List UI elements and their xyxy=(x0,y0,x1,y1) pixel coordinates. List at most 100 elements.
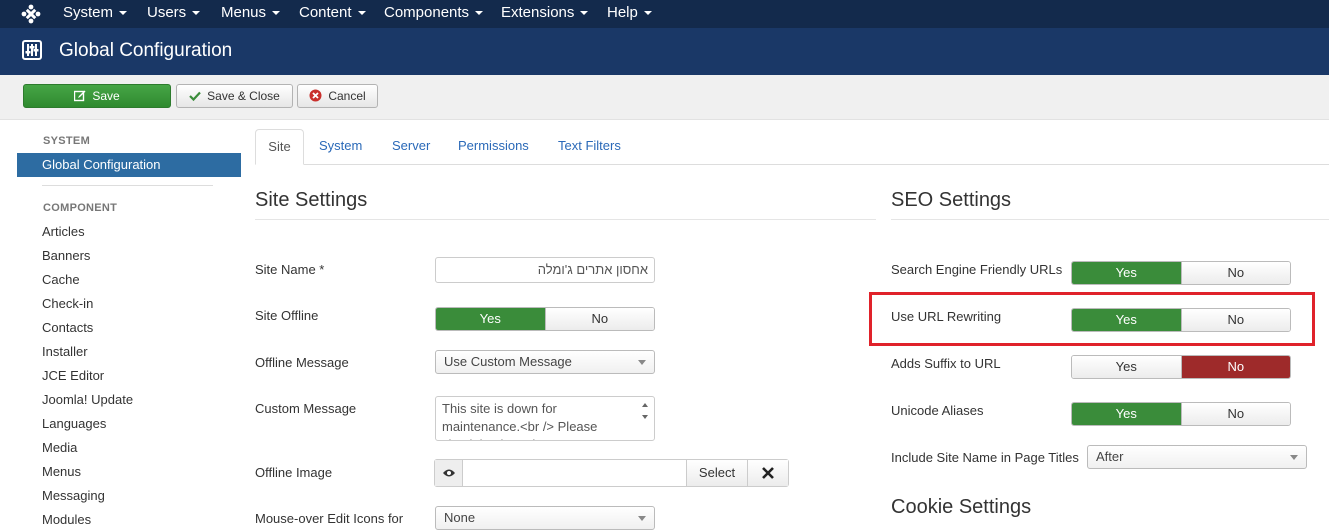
site-settings-title: Site Settings xyxy=(255,189,368,211)
site-offline-toggle: Yes No xyxy=(435,307,655,331)
sef-urls-label: Search Engine Friendly URLs xyxy=(891,262,1063,277)
chevron-down-icon xyxy=(638,516,646,521)
caret-down-icon xyxy=(357,11,366,16)
site-name-label: Site Name * xyxy=(255,262,325,277)
sef-urls-no[interactable]: No xyxy=(1180,262,1290,284)
joomla-logo-icon[interactable] xyxy=(20,3,42,25)
url-rewriting-yes[interactable]: Yes xyxy=(1072,309,1181,331)
tab-site[interactable]: Site xyxy=(255,129,304,165)
site-offline-label: Site Offline xyxy=(255,308,319,323)
sidebar-item-banners[interactable]: Banners xyxy=(42,248,90,263)
top-navbar: System Users Menus Content Components Ex… xyxy=(0,0,1329,28)
caret-down-icon xyxy=(119,11,128,16)
sidebar-item-messaging[interactable]: Messaging xyxy=(42,488,105,503)
nav-content[interactable]: Content xyxy=(299,0,366,28)
url-rewriting-no[interactable]: No xyxy=(1180,309,1290,331)
close-icon xyxy=(762,467,774,479)
caret-down-icon xyxy=(192,11,201,16)
sliders-icon xyxy=(22,40,42,60)
nav-components[interactable]: Components xyxy=(384,0,484,28)
url-suffix-no[interactable]: No xyxy=(1180,356,1290,378)
nav-users[interactable]: Users xyxy=(147,0,201,28)
sidebar-heading-component: COMPONENT xyxy=(43,202,118,214)
sidebar-heading-system: SYSTEM xyxy=(43,135,91,147)
seo-settings-divider xyxy=(891,219,1329,220)
tab-server[interactable]: Server xyxy=(392,129,430,165)
sidebar-item-contacts[interactable]: Contacts xyxy=(42,320,93,335)
site-name-input[interactable]: אחסון אתרים ג'ומלה xyxy=(435,257,655,283)
url-rewriting-toggle: Yes No xyxy=(1071,308,1291,332)
save-close-label: Save & Close xyxy=(207,89,280,103)
mouseover-edit-value: None xyxy=(444,510,476,525)
chevron-down-icon xyxy=(638,360,646,365)
cookie-settings-title: Cookie Settings xyxy=(891,496,1032,518)
custom-message-value: This site is down for maintenance.<br />… xyxy=(442,401,598,440)
site-offline-no[interactable]: No xyxy=(544,308,654,330)
nav-system[interactable]: System xyxy=(63,0,128,28)
mouseover-edit-label: Mouse-over Edit Icons for xyxy=(255,511,404,526)
page-header: Global Configuration xyxy=(0,28,1329,75)
offline-message-label: Offline Message xyxy=(255,355,349,370)
nav-content-label: Content xyxy=(299,4,352,21)
site-name-titles-value: After xyxy=(1096,449,1124,464)
caret-down-icon xyxy=(475,11,484,16)
tab-permissions[interactable]: Permissions xyxy=(458,129,529,165)
sidebar-item-menus[interactable]: Menus xyxy=(42,464,81,479)
tab-text-filters[interactable]: Text Filters xyxy=(558,129,621,165)
offline-image-label: Offline Image xyxy=(255,465,333,480)
nav-menus-label: Menus xyxy=(221,4,267,21)
offline-message-select[interactable]: Use Custom Message xyxy=(435,350,655,374)
sidebar-item-articles[interactable]: Articles xyxy=(42,224,85,239)
chevron-down-icon xyxy=(1290,455,1298,460)
caret-down-icon xyxy=(643,11,652,16)
toolbar: Save Save & Close Cancel xyxy=(0,75,1329,120)
sidebar-item-languages[interactable]: Languages xyxy=(42,416,106,431)
unicode-aliases-no[interactable]: No xyxy=(1180,403,1290,425)
site-settings-divider xyxy=(255,219,876,220)
cancel-circle-icon xyxy=(309,89,322,102)
sidebar-item-global-configuration[interactable]: Global Configuration xyxy=(17,153,241,177)
clear-image-button[interactable] xyxy=(747,460,788,486)
offline-image-field: Select xyxy=(434,459,789,487)
nav-help-label: Help xyxy=(607,4,638,21)
site-name-titles-label: Include Site Name in Page Titles xyxy=(891,450,1079,465)
scroll-arrows-icon[interactable] xyxy=(640,401,650,421)
unicode-aliases-toggle: Yes No xyxy=(1071,402,1291,426)
nav-users-label: Users xyxy=(147,4,187,21)
edit-icon xyxy=(74,90,86,102)
site-offline-yes[interactable]: Yes xyxy=(436,308,545,330)
unicode-aliases-yes[interactable]: Yes xyxy=(1072,403,1181,425)
sidebar-item-media[interactable]: Media xyxy=(42,440,77,455)
offline-message-value: Use Custom Message xyxy=(444,354,572,369)
sidebar-item-modules[interactable]: Modules xyxy=(42,512,91,527)
preview-addon[interactable] xyxy=(435,460,463,486)
nav-extensions[interactable]: Extensions xyxy=(501,0,589,28)
save-close-button[interactable]: Save & Close xyxy=(176,84,293,108)
custom-message-textarea[interactable]: This site is down for maintenance.<br />… xyxy=(435,396,655,441)
nav-help[interactable]: Help xyxy=(607,0,652,28)
page-title: Global Configuration xyxy=(59,40,233,61)
url-suffix-yes[interactable]: Yes xyxy=(1072,356,1181,378)
eye-icon xyxy=(443,469,455,477)
nav-menus[interactable]: Menus xyxy=(221,0,281,28)
sidebar-item-check-in[interactable]: Check-in xyxy=(42,296,93,311)
mouseover-edit-select[interactable]: None xyxy=(435,506,655,530)
sef-urls-yes[interactable]: Yes xyxy=(1072,262,1181,284)
select-image-button[interactable]: Select xyxy=(686,460,747,486)
sidebar-item-installer[interactable]: Installer xyxy=(42,344,88,359)
tab-system[interactable]: System xyxy=(319,129,362,165)
url-suffix-toggle: Yes No xyxy=(1071,355,1291,379)
sidebar-item-cache[interactable]: Cache xyxy=(42,272,80,287)
sidebar-divider xyxy=(42,185,213,186)
caret-down-icon xyxy=(580,11,589,16)
save-button[interactable]: Save xyxy=(23,84,171,108)
url-rewriting-label: Use URL Rewriting xyxy=(891,309,1002,324)
sidebar-item-joomla-update[interactable]: Joomla! Update xyxy=(42,392,133,407)
cancel-button[interactable]: Cancel xyxy=(297,84,378,108)
sidebar-item-jce-editor[interactable]: JCE Editor xyxy=(42,368,104,383)
site-name-titles-select[interactable]: After xyxy=(1087,445,1307,469)
seo-settings-title: SEO Settings xyxy=(891,189,1012,211)
save-label: Save xyxy=(92,89,120,103)
unicode-aliases-label: Unicode Aliases xyxy=(891,403,984,418)
caret-down-icon xyxy=(272,11,281,16)
